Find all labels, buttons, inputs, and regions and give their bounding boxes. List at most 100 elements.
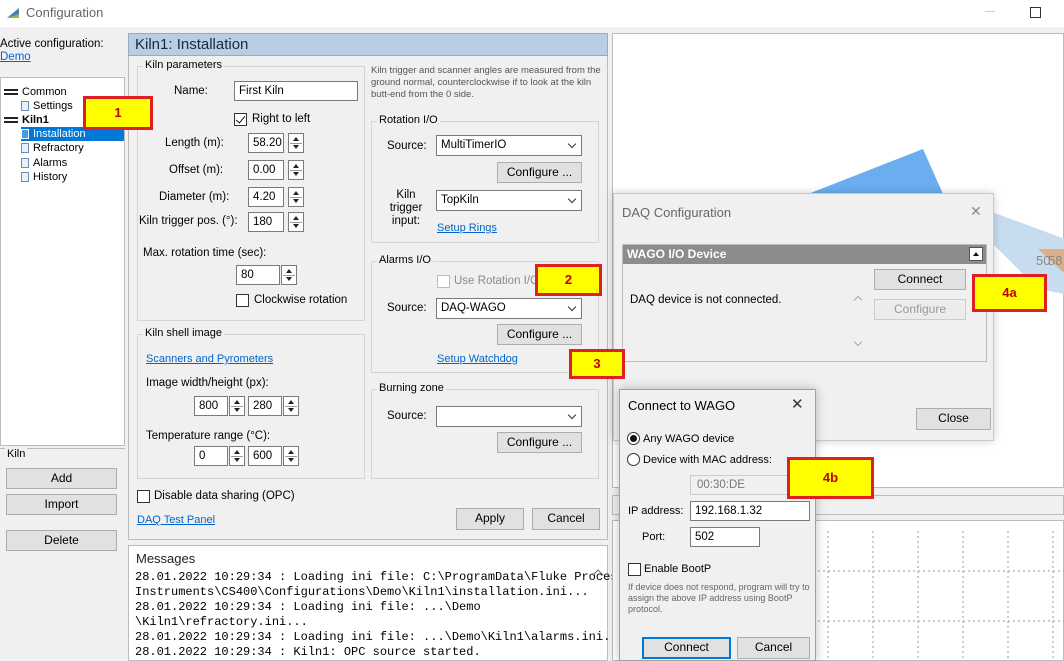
tree-item-label: Alarms [33,157,68,169]
mac-address-radio[interactable] [627,453,640,466]
length-stepper[interactable] [288,133,304,153]
temperature-min-stepper[interactable] [229,446,245,466]
bootp-note: If device does not respond, program will… [628,582,810,614]
diameter-label: Diameter (m): [159,191,230,203]
group-title: Rotation I/O [377,114,440,126]
page-icon [21,158,29,169]
use-rotation-io-checkbox[interactable] [437,275,450,288]
connect-to-wago-dialog: Connect to WAGO ✕ Any WAGO device Device… [619,389,816,661]
close-icon[interactable]: ✕ [970,203,982,220]
add-kiln-button[interactable]: Add [6,468,117,489]
enable-bootp-checkbox[interactable] [628,563,641,576]
tree-item-history[interactable]: History [21,170,67,184]
chevron-down-icon [567,139,577,149]
daq-close-button[interactable]: Close [916,408,991,430]
kiln-trigger-pos-stepper[interactable] [288,212,304,232]
max-rotation-time-stepper[interactable] [281,265,297,285]
burning-configure-button[interactable]: Configure ... [497,432,582,453]
tree-item-refractory[interactable]: Refractory [21,141,84,155]
offset-stepper[interactable] [288,160,304,180]
rotation-source-select[interactable]: MultiTimerIO [436,135,582,156]
scanners-and-pyrometers-link[interactable]: Scanners and Pyrometers [146,353,273,365]
diameter-input[interactable]: 4.20 [248,187,284,207]
offset-input[interactable]: 0.00 [248,160,284,180]
tree-item-settings[interactable]: Settings [21,99,73,113]
minimize-button[interactable] [985,11,995,12]
group-title: Alarms I/O [377,254,433,266]
close-icon[interactable]: ✕ [791,395,804,413]
collapse-icon[interactable] [969,247,983,261]
app-icon [7,8,19,18]
group-title: Kiln shell image [143,327,225,339]
setup-rings-link[interactable]: Setup Rings [437,222,497,234]
daq-test-panel-link[interactable]: DAQ Test Panel [137,514,215,526]
any-wago-device-label: Any WAGO device [643,433,735,445]
image-width-stepper[interactable] [229,396,245,416]
tree-item-label: Refractory [33,142,84,154]
burning-source-select[interactable] [436,406,582,427]
max-rotation-time-label: Max. rotation time (sec): [143,247,267,259]
chevron-down-icon [567,194,577,204]
wago-cancel-button[interactable]: Cancel [737,637,810,659]
kiln-trigger-input-select[interactable]: TopKiln [436,190,582,211]
port-input[interactable]: 502 [690,527,760,547]
alarms-source-label: Source: [387,302,427,314]
temperature-min-input[interactable]: 0 [194,446,228,466]
maximize-button[interactable] [1030,7,1041,18]
temperature-max-stepper[interactable] [283,446,299,466]
window-title: Configuration [26,5,104,20]
right-to-left-checkbox[interactable] [234,113,247,126]
tree-item-label: Installation [33,128,86,140]
daq-connect-button[interactable]: Connect [874,269,966,290]
clockwise-rotation-checkbox[interactable] [236,294,249,307]
tree-item-alarms[interactable]: Alarms [21,156,67,170]
wago-connect-button[interactable]: Connect [642,637,731,659]
daq-configure-button[interactable]: Configure [874,299,966,320]
chevron-down-icon [567,410,577,420]
scroll-down-icon[interactable] [853,337,863,347]
name-label: Name: [174,85,208,97]
image-height-stepper[interactable] [283,396,299,416]
configuration-tree[interactable]: Common Settings Kiln1 Installation Refra… [0,77,125,446]
select-value: DAQ-WAGO [441,302,506,314]
temperature-max-input[interactable]: 600 [248,446,282,466]
cancel-button[interactable]: Cancel [532,508,600,530]
import-kiln-button[interactable]: Import [6,494,117,515]
group-title: Burning zone [377,382,446,394]
any-wago-device-radio[interactable] [627,432,640,445]
temperature-range-label: Temperature range (°C): [146,430,271,442]
mac-address-label: Device with MAC address: [643,454,772,466]
page-title: Kiln1: Installation [135,36,249,53]
wago-device-title: WAGO I/O Device [627,247,727,261]
image-height-input[interactable]: 280 [248,396,282,416]
messages-title: Messages [136,551,196,566]
angle-note: Kiln trigger and scanner angles are meas… [371,65,601,100]
wago-device-header: WAGO I/O Device [623,245,986,264]
length-input[interactable]: 58.20 [248,133,284,153]
setup-watchdog-link[interactable]: Setup Watchdog [437,353,518,365]
wago-device-panel: WAGO I/O Device DAQ device is not connec… [622,244,987,362]
ip-address-input[interactable]: 192.168.1.32 [690,501,810,521]
rotation-configure-button[interactable]: Configure ... [497,162,582,183]
apply-button[interactable]: Apply [456,508,524,530]
tree-item-common[interactable]: Common [4,85,67,99]
kiln-name-input[interactable]: First Kiln [234,81,358,101]
messages-log: 28.01.2022 10:29:34 : Loading ini file: … [135,570,625,659]
dialog-title: Connect to WAGO [628,398,736,413]
active-configuration-label: Active configuration: [0,38,104,50]
diameter-stepper[interactable] [288,187,304,207]
page-icon [21,143,29,154]
alarms-source-select[interactable]: DAQ-WAGO [436,298,582,319]
tree-item-label: Common [22,86,67,98]
kiln-trigger-pos-input[interactable]: 180 [248,212,284,232]
disable-data-sharing-label: Disable data sharing (OPC) [154,490,295,502]
alarms-configure-button[interactable]: Configure ... [497,324,582,345]
delete-kiln-button[interactable]: Delete [6,530,117,551]
scroll-up-icon[interactable] [853,295,863,305]
image-width-input[interactable]: 800 [194,396,228,416]
max-rotation-time-input[interactable]: 80 [236,265,280,285]
disable-data-sharing-checkbox[interactable] [137,490,150,503]
annotation-3: 3 [569,349,625,379]
tree-item-kiln1[interactable]: Kiln1 [4,113,49,127]
active-configuration-link[interactable]: Demo [0,51,31,63]
